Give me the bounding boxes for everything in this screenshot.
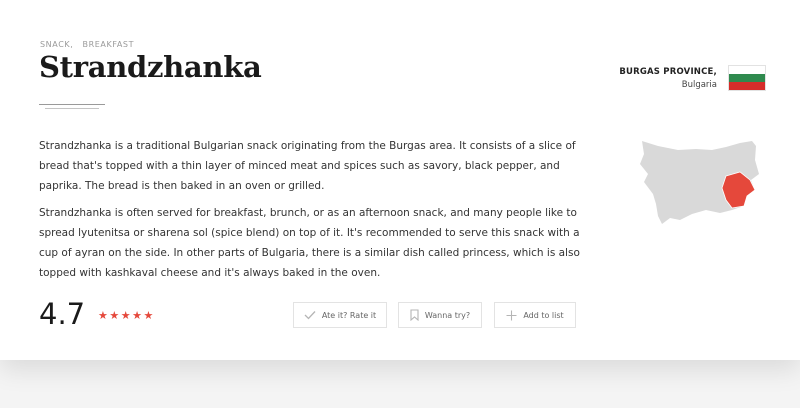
dish-card: SNACK, BREAKFAST Strandzhanka BURGAS PRO…: [0, 0, 800, 360]
add-to-list-button[interactable]: Add to list: [494, 302, 576, 328]
bulgaria-flag-icon: [729, 66, 765, 90]
add-to-list-button-label: Add to list: [523, 310, 564, 320]
rate-button[interactable]: Ate it? Rate it: [293, 302, 387, 328]
category-tags: SNACK, BREAKFAST: [40, 40, 140, 49]
rating-stars: ★★★★★: [98, 309, 155, 322]
description-paragraph: Strandzhanka is often served for breakfa…: [39, 207, 580, 279]
tag-snack[interactable]: SNACK,: [40, 40, 73, 49]
wanna-try-button[interactable]: Wanna try?: [398, 302, 482, 328]
plus-icon: [506, 310, 517, 320]
checkmark-icon: [304, 311, 316, 320]
wanna-try-button-label: Wanna try?: [424, 310, 471, 320]
region-province[interactable]: BURGAS PROVINCE,: [619, 66, 717, 79]
description: Strandzhanka is a traditional Bulgarian …: [39, 136, 584, 290]
bookmark-icon: [410, 309, 419, 321]
title-divider: [39, 104, 105, 109]
description-paragraph: Strandzhanka is a traditional Bulgarian …: [39, 140, 576, 192]
region-country[interactable]: Bulgaria: [619, 79, 717, 92]
bulgaria-map-icon: [640, 141, 759, 224]
tag-breakfast[interactable]: BREAKFAST: [83, 40, 135, 49]
region-info: BURGAS PROVINCE, Bulgaria: [619, 66, 717, 92]
rating-value: 4.7: [39, 297, 86, 331]
rate-button-label: Ate it? Rate it: [321, 310, 377, 320]
page-title: Strandzhanka: [39, 50, 262, 84]
